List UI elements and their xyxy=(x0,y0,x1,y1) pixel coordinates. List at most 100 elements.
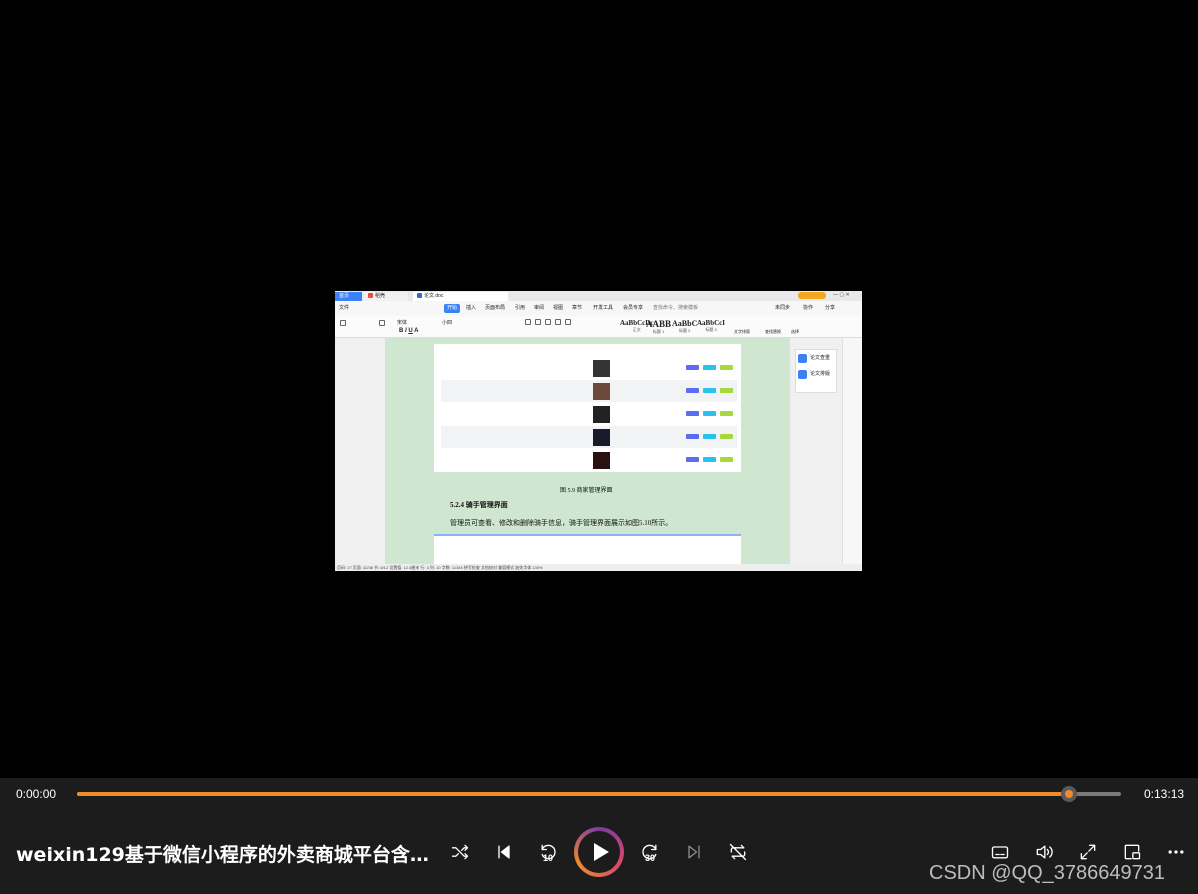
fig-button xyxy=(720,365,733,370)
wps-tab-bar: 首页 稻壳 论文.doc — ▢ ✕ xyxy=(335,291,862,301)
style-name: 标题 1 xyxy=(652,329,665,334)
avatar xyxy=(593,452,610,469)
figure-row xyxy=(441,380,737,402)
paste-icon xyxy=(340,320,346,326)
style-heading3: AaBbCcI 标题 3 xyxy=(697,319,725,333)
wps-home-tab: 首页 xyxy=(335,292,362,301)
menu-member: 会员专享 xyxy=(623,305,644,311)
seek-bar-thumb[interactable] xyxy=(1061,786,1077,802)
daoke-icon xyxy=(368,293,373,298)
seek-bar-fill xyxy=(77,792,1069,796)
wps-right-toolbar xyxy=(842,338,862,564)
font-name: 宋体 xyxy=(397,320,408,326)
volume-icon xyxy=(1036,845,1053,859)
font-size: 小四 xyxy=(442,320,453,326)
fig-button xyxy=(703,457,716,462)
avatar xyxy=(593,383,610,400)
fig-button xyxy=(686,411,699,416)
format-painter-icon xyxy=(379,320,385,326)
figure-row xyxy=(441,426,737,448)
menu-share: 分享 xyxy=(825,305,836,311)
menu-unsynced: 未同步 xyxy=(775,305,791,311)
menu-reference: 引用 xyxy=(515,305,526,311)
window-controls-icon: — ▢ ✕ xyxy=(833,292,850,298)
repeat-button[interactable] xyxy=(724,838,752,866)
fig-button xyxy=(703,434,716,439)
style-sample: AaBbC xyxy=(672,319,698,328)
video-title: weixin129基于微信小程序的外卖商城平台含... xyxy=(16,844,431,866)
fullscreen-icon xyxy=(1080,844,1096,860)
rewind-button[interactable]: 10 xyxy=(534,838,562,866)
avatar xyxy=(593,360,610,377)
style-heading1: AABB 标题 1 xyxy=(646,319,671,335)
rewind-seconds: 10 xyxy=(543,853,554,863)
style-name: 标题 2 xyxy=(679,328,691,333)
fig-button xyxy=(703,365,716,370)
seek-bar[interactable] xyxy=(77,786,1121,802)
forward-button[interactable]: 30 xyxy=(636,838,664,866)
list-icon xyxy=(525,319,531,325)
side-panel-plagiarism: 论文查重 xyxy=(796,350,836,366)
more-button[interactable] xyxy=(1162,838,1190,866)
menu-insert: 插入 xyxy=(466,305,477,311)
next-button[interactable] xyxy=(680,838,708,866)
menu-devtools: 开发工具 xyxy=(593,305,614,311)
member-badge xyxy=(798,292,826,299)
bold-icon: B I U A xyxy=(399,328,419,334)
find-replace-label: 查找替换 xyxy=(765,329,781,334)
subtitles-icon xyxy=(991,846,1009,859)
menu-layout: 页面布局 xyxy=(485,305,506,311)
next-icon xyxy=(688,845,700,859)
duration: 0:13:13 xyxy=(1144,787,1185,801)
shuffle-icon xyxy=(451,844,469,860)
menu-search: 查找命令、搜索模板 xyxy=(653,305,699,311)
section-paragraph: 管理员可查看、修改和删除骑手信息，骑手管理界面展示如图5.10所示。 xyxy=(450,519,673,527)
style-sample: AaBbCcI xyxy=(697,319,726,327)
fig-button xyxy=(720,434,733,439)
fig-button xyxy=(686,365,699,370)
csdn-watermark: CSDN @QQ_3786649731 xyxy=(929,862,1165,884)
video-frame: 首页 稻壳 论文.doc — ▢ ✕ 文件 开始 插入 页面布局 引用 审阅 视… xyxy=(335,291,862,571)
menu-review: 审阅 xyxy=(534,305,545,311)
fig-button xyxy=(703,388,716,393)
video-viewport[interactable]: 首页 稻壳 论文.doc — ▢ ✕ 文件 开始 插入 页面布局 引用 审阅 视… xyxy=(0,0,1198,778)
avatar xyxy=(593,406,610,423)
figure-rider-table xyxy=(434,534,741,564)
shuffle-button[interactable] xyxy=(446,838,474,866)
word-doc-icon xyxy=(417,293,422,298)
wps-menu-bar: 文件 开始 插入 页面布局 引用 审阅 视图 章节 开发工具 会员专享 查找命令… xyxy=(335,301,862,316)
border-icon xyxy=(565,319,571,325)
current-time: 0:00:00 xyxy=(16,787,57,801)
fig-button xyxy=(720,411,733,416)
menu-home: 开始 xyxy=(444,304,461,313)
wps-tab-label: 论文.doc xyxy=(424,293,444,299)
previous-icon xyxy=(498,845,510,859)
play-button-inner xyxy=(578,831,620,873)
figure-caption: 图 5.9 商家管理界面 xyxy=(560,488,613,494)
wps-status-bar: 页码: 27 页面: 32/38 节: 8/12 设置值: 12.4厘米 行: … xyxy=(335,564,862,571)
plagiarism-icon xyxy=(798,354,807,363)
wps-tab-document: 论文.doc xyxy=(413,292,508,301)
format-icon xyxy=(798,370,807,379)
wps-tab-label: 稻壳 xyxy=(375,293,386,299)
play-button[interactable] xyxy=(574,827,624,877)
fig-button xyxy=(703,411,716,416)
avatar xyxy=(593,429,610,446)
table-icon xyxy=(555,319,561,325)
repeat-off-icon xyxy=(729,843,747,861)
fig-button xyxy=(686,388,699,393)
menu-file: 文件 xyxy=(339,305,350,311)
figure-row xyxy=(441,403,737,425)
text-layout-label: 文字排版 xyxy=(734,329,750,334)
side-panel-label: 论文排版 xyxy=(810,371,831,377)
side-panel-format: 论文排版 xyxy=(796,366,836,382)
select-label: 选择 xyxy=(791,329,799,334)
play-icon xyxy=(593,843,609,861)
wps-tab-daoke: 稻壳 xyxy=(364,292,408,301)
indent-icon xyxy=(535,319,541,325)
figure-row xyxy=(441,449,737,471)
previous-button[interactable] xyxy=(490,838,518,866)
wps-ribbon: 宋体 小四 B I U A AaBbCcDc 正文 AABB 标题 1 AaBbC 标… xyxy=(335,316,862,338)
menu-chapter: 章节 xyxy=(572,305,583,311)
mini-player-icon xyxy=(1124,844,1141,860)
